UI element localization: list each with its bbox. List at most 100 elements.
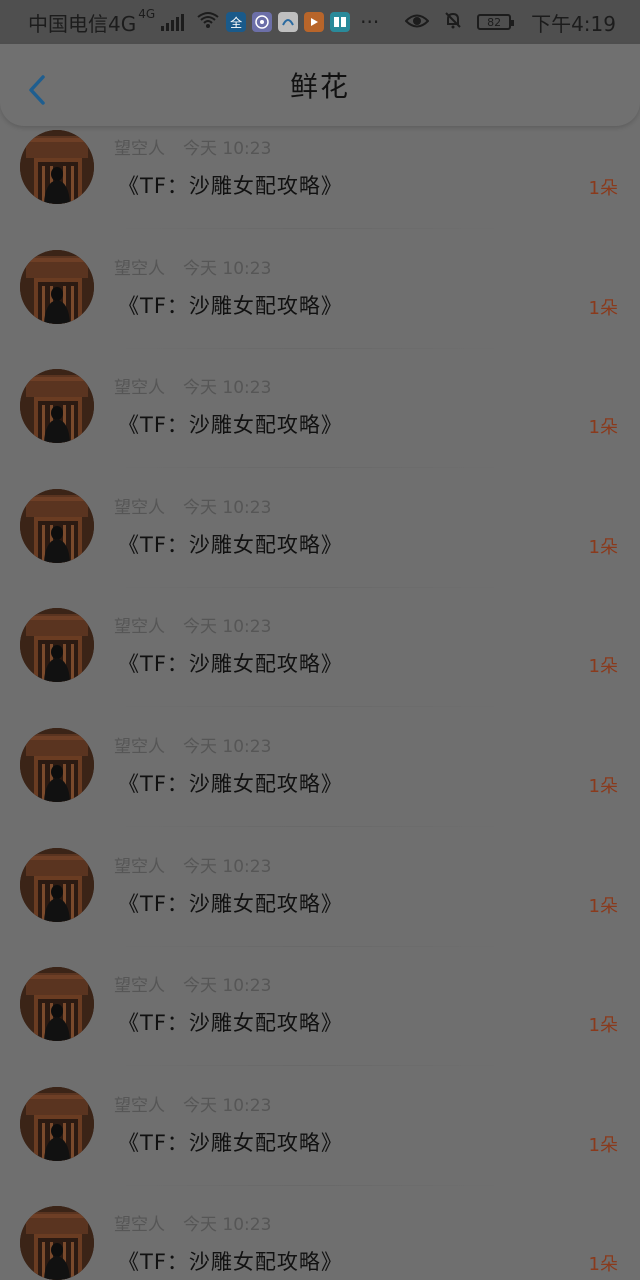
- network-badge: 4G: [138, 7, 156, 21]
- book-title: 《TF：沙雕女配攻略》: [118, 293, 343, 318]
- divider: [110, 706, 510, 708]
- flower-count: 1朵: [588, 1015, 618, 1037]
- item-meta: 望空人 今天 10:23: [114, 1210, 271, 1235]
- clock: 下午4:19: [531, 11, 616, 36]
- item-meta: 望空人 今天 10:23: [114, 254, 271, 279]
- battery-icon: 82: [477, 14, 515, 30]
- timestamp: 今天 10:23: [183, 378, 272, 399]
- list-item[interactable]: 望空人 今天 10:23 《TF：沙雕女配攻略》 1朵: [0, 1083, 640, 1203]
- username: 望空人: [114, 1215, 165, 1236]
- username: 望空人: [114, 139, 165, 159]
- avatar[interactable]: [20, 847, 94, 922]
- timestamp: 今天 10:23: [183, 258, 272, 279]
- timestamp: 今天 10:23: [183, 856, 272, 877]
- app-quan-icon: 全: [226, 12, 247, 32]
- book-title: 《TF：沙雕女配攻略》: [118, 413, 343, 438]
- book-app-icon: [330, 12, 351, 32]
- list-item[interactable]: 望空人 今天 10:23 《TF：沙雕女配攻略》 1朵: [0, 724, 640, 844]
- eye-icon: [404, 10, 430, 34]
- flower-count: 1朵: [588, 536, 618, 558]
- more-notifications-icon: ···: [360, 10, 380, 34]
- username: 望空人: [114, 976, 165, 997]
- divider: [110, 1184, 510, 1186]
- book-title: 《TF：沙雕女配攻略》: [118, 1011, 343, 1036]
- item-meta: 望空人 今天 10:23: [114, 732, 271, 757]
- video-app-icon: [304, 12, 325, 32]
- status-bar: 中国电信4G 4G 全 ··· 82 下午4:19: [0, 0, 640, 44]
- book-title: 《TF：沙雕女配攻略》: [118, 891, 343, 916]
- avatar[interactable]: [20, 608, 94, 683]
- flower-count: 1朵: [588, 297, 618, 319]
- divider: [110, 945, 510, 947]
- avatar[interactable]: [20, 130, 94, 204]
- flower-count: 1朵: [588, 1254, 618, 1276]
- chevron-left-icon: [29, 75, 45, 105]
- username: 望空人: [114, 856, 165, 877]
- book-title: 《TF：沙雕女配攻略》: [118, 532, 343, 557]
- username: 望空人: [114, 1095, 165, 1116]
- list-item[interactable]: 望空人 今天 10:23 《TF：沙雕女配攻略》 1朵: [0, 604, 640, 724]
- list-item[interactable]: 望空人 今天 10:23 《TF：沙雕女配攻略》 1朵: [0, 485, 640, 605]
- status-bar-left: 中国电信4G 4G 全 ···: [28, 7, 405, 37]
- timestamp: 今天 10:23: [183, 139, 272, 159]
- back-button[interactable]: [22, 72, 50, 108]
- carrier-label: 中国电信4G: [28, 11, 137, 36]
- username: 望空人: [114, 258, 165, 279]
- book-title: 《TF：沙雕女配攻略》: [118, 652, 343, 677]
- book-title: 《TF：沙雕女配攻略》: [118, 771, 343, 796]
- timestamp: 今天 10:23: [183, 1095, 272, 1116]
- flower-list: 望空人 今天 10:23 《TF：沙雕女配攻略》 1朵 望空人 今天 10:23…: [0, 126, 640, 1280]
- timestamp: 今天 10:23: [183, 976, 272, 997]
- item-meta: 望空人 今天 10:23: [114, 852, 271, 877]
- username: 望空人: [114, 736, 165, 757]
- timestamp: 今天 10:23: [183, 1215, 272, 1236]
- status-bar-right: 82 下午4:19: [404, 8, 616, 37]
- username: 望空人: [114, 617, 165, 638]
- wifi-icon: [196, 10, 220, 34]
- item-meta: 望空人 今天 10:23: [114, 373, 271, 398]
- book-title: 《TF：沙雕女配攻略》: [118, 174, 343, 198]
- avatar[interactable]: [20, 1206, 94, 1280]
- divider: [110, 1065, 510, 1067]
- flower-count: 1朵: [588, 1134, 618, 1156]
- flower-count: 1朵: [588, 656, 618, 678]
- mute-bell-icon: [443, 10, 463, 35]
- list-item[interactable]: 望空人 今天 10:23 《TF：沙雕女配攻略》 1朵: [0, 246, 640, 366]
- username: 望空人: [114, 497, 165, 518]
- list-item[interactable]: 望空人 今天 10:23 《TF：沙雕女配攻略》 1朵: [0, 844, 640, 964]
- avatar[interactable]: [20, 967, 94, 1042]
- list-item[interactable]: 望空人 今天 10:23 《TF：沙雕女配攻略》 1朵: [0, 1202, 640, 1280]
- list-item[interactable]: 望空人 今天 10:23 《TF：沙雕女配攻略》 1朵: [0, 126, 640, 246]
- avatar[interactable]: [20, 369, 94, 444]
- book-title: 《TF：沙雕女配攻略》: [118, 1250, 343, 1275]
- item-meta: 望空人 今天 10:23: [114, 971, 271, 996]
- item-meta: 望空人 今天 10:23: [114, 493, 271, 518]
- divider: [110, 586, 510, 588]
- divider: [110, 825, 510, 827]
- item-meta: 望空人 今天 10:23: [114, 1091, 271, 1116]
- flower-count: 1朵: [588, 178, 618, 199]
- list-item[interactable]: 望空人 今天 10:23 《TF：沙雕女配攻略》 1朵: [0, 365, 640, 485]
- flower-count: 1朵: [588, 895, 618, 917]
- timestamp: 今天 10:23: [183, 736, 272, 757]
- browser-app-icon: [278, 12, 299, 32]
- avatar[interactable]: [20, 249, 94, 324]
- avatar[interactable]: [20, 1086, 94, 1161]
- divider: [110, 347, 510, 349]
- divider: [110, 228, 510, 229]
- item-meta: 望空人 今天 10:23: [114, 612, 271, 637]
- page-title: 鲜花: [289, 70, 350, 103]
- flower-count: 1朵: [588, 775, 618, 797]
- header: 鲜花: [0, 44, 640, 126]
- signal-icon: [161, 13, 185, 31]
- divider: [110, 467, 510, 469]
- timestamp: 今天 10:23: [183, 497, 272, 518]
- avatar[interactable]: [20, 727, 94, 802]
- flower-count: 1朵: [588, 417, 618, 439]
- avatar[interactable]: [20, 488, 94, 563]
- timestamp: 今天 10:23: [183, 617, 272, 638]
- list-item[interactable]: 望空人 今天 10:23 《TF：沙雕女配攻略》 1朵: [0, 963, 640, 1083]
- username: 望空人: [114, 378, 165, 399]
- item-meta: 望空人 今天 10:23: [114, 134, 271, 159]
- book-title: 《TF：沙雕女配攻略》: [118, 1130, 343, 1155]
